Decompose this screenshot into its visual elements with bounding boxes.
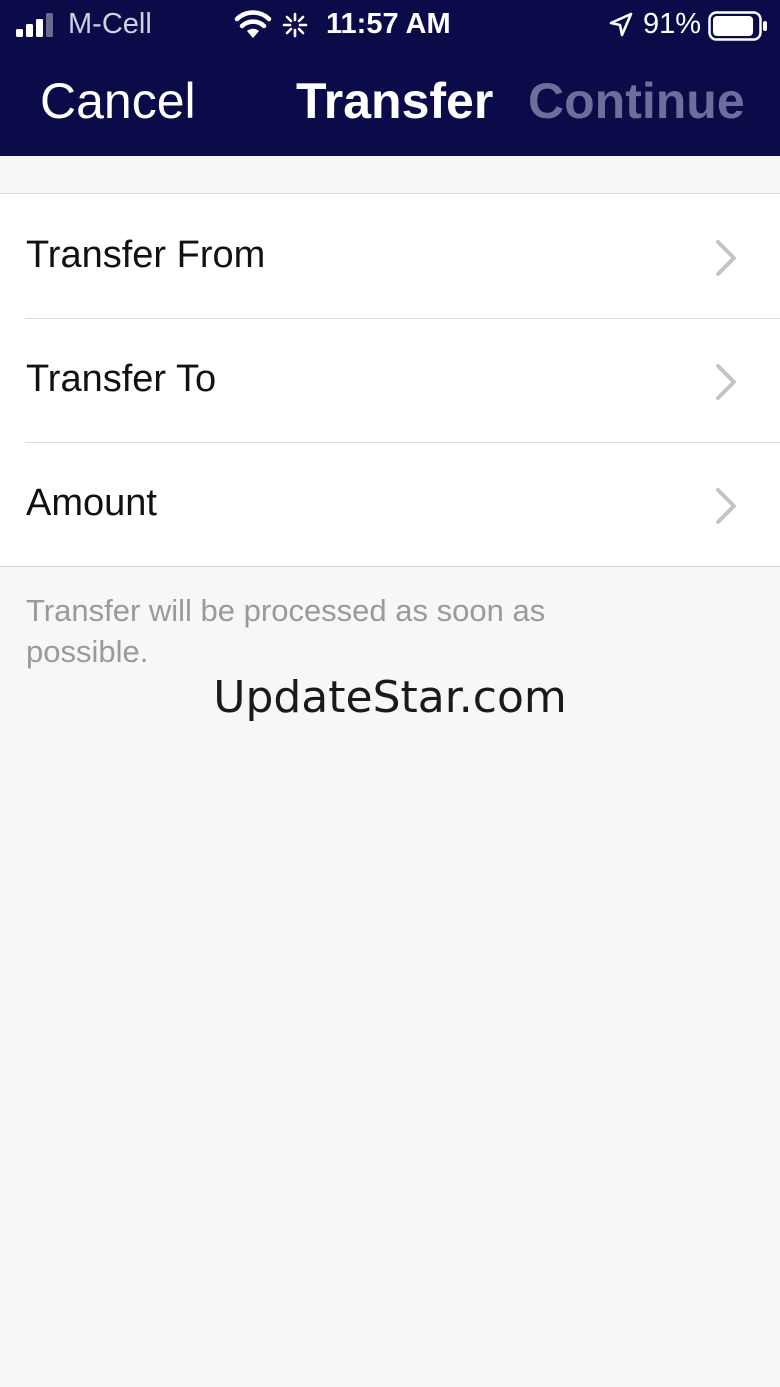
wifi-icon: [234, 10, 272, 38]
transfer-form: Transfer From Transfer To Amount: [0, 193, 780, 567]
status-bar: M-Cell 11:57 AM 91%: [0, 0, 780, 50]
navigation-bar: Cancel Transfer Continue: [0, 50, 780, 156]
page-title: Transfer: [296, 73, 494, 129]
row-label: Amount: [26, 482, 157, 524]
processing-note: Transfer will be processed as soon as po…: [26, 593, 546, 669]
continue-button[interactable]: Continue: [528, 72, 745, 130]
transfer-to-row[interactable]: Transfer To: [0, 318, 780, 442]
status-time: 11:57 AM: [326, 8, 451, 40]
chevron-right-icon: [716, 364, 736, 400]
transfer-from-row[interactable]: Transfer From: [0, 194, 780, 318]
battery-percentage: 91%: [643, 8, 702, 40]
row-label: Transfer From: [26, 234, 266, 276]
watermark: UpdateStar.com: [213, 672, 567, 723]
battery-icon: [708, 11, 767, 41]
app-header: M-Cell 11:57 AM 91% Cancel Transfer Cont…: [0, 0, 780, 156]
row-label: Transfer To: [26, 358, 217, 400]
amount-row[interactable]: Amount: [0, 442, 780, 566]
chevron-right-icon: [716, 240, 736, 276]
location-arrow-icon: [609, 12, 633, 37]
carrier-name: M-Cell: [68, 8, 152, 40]
cellular-signal-icon: [16, 13, 53, 37]
network-activity-icon: [282, 12, 308, 38]
cancel-button[interactable]: Cancel: [40, 72, 196, 130]
chevron-right-icon: [716, 488, 736, 524]
